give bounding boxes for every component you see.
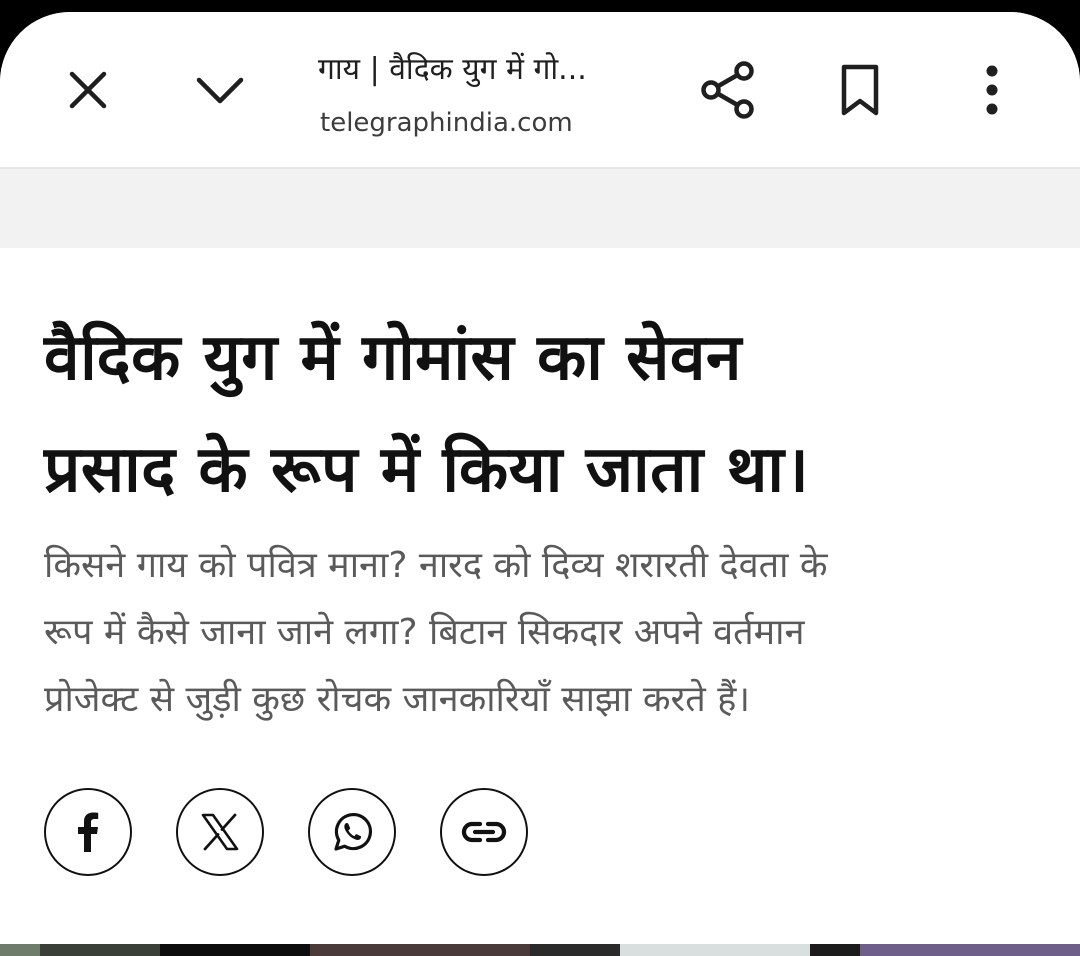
page-domain[interactable]: telegraphindia.com (320, 106, 573, 140)
share-button[interactable] (688, 50, 768, 130)
chevron-down-icon (196, 77, 244, 104)
summary-line: प्रोजेक्ट से जुड़ी कुछ रोचक जानकारियाँ स… (44, 679, 750, 720)
close-icon (69, 71, 107, 109)
bookmark-button[interactable] (820, 50, 900, 130)
article-summary: किसने गाय को पवित्र माना? नारद को दिव्य … (44, 532, 1034, 733)
share-icon (701, 61, 754, 119)
whatsapp-icon (334, 813, 372, 851)
bookmark-icon (841, 64, 879, 116)
close-button[interactable] (48, 50, 128, 130)
copy-link-button[interactable] (440, 788, 528, 876)
x-share-button[interactable] (176, 788, 264, 876)
custom-tab-sheet: गाय | वैदिक युग में गो... telegraphindia… (0, 12, 1080, 956)
summary-line: किसने गाय को पवित्र माना? नारद को दिव्य … (44, 545, 828, 586)
link-icon (461, 821, 507, 843)
article-hero-image (0, 944, 1080, 956)
whatsapp-share-button[interactable] (308, 788, 396, 876)
ad-placeholder-band (0, 169, 1080, 248)
summary-line: रूप में कैसे जाना जाने लगा? बिटान सिकदार… (44, 612, 805, 653)
headline-line: प्रसाद के रूप में किया जाता था। (44, 433, 810, 507)
facebook-icon (78, 812, 99, 852)
facebook-share-button[interactable] (44, 788, 132, 876)
headline-line: वैदिक युग में गोमांस का सेवन (44, 321, 742, 395)
more-vert-icon (986, 65, 998, 115)
more-options-button[interactable] (952, 50, 1032, 130)
social-share-row (44, 788, 528, 880)
minimize-button[interactable] (180, 50, 260, 130)
custom-tab-toolbar: गाय | वैदिक युग में गो... telegraphindia… (0, 12, 1080, 169)
article-headline: वैदिक युग में गोमांस का सेवन प्रसाद के र… (44, 302, 1044, 526)
page-title[interactable]: गाय | वैदिक युग में गो... (318, 50, 648, 90)
x-icon (201, 813, 239, 851)
